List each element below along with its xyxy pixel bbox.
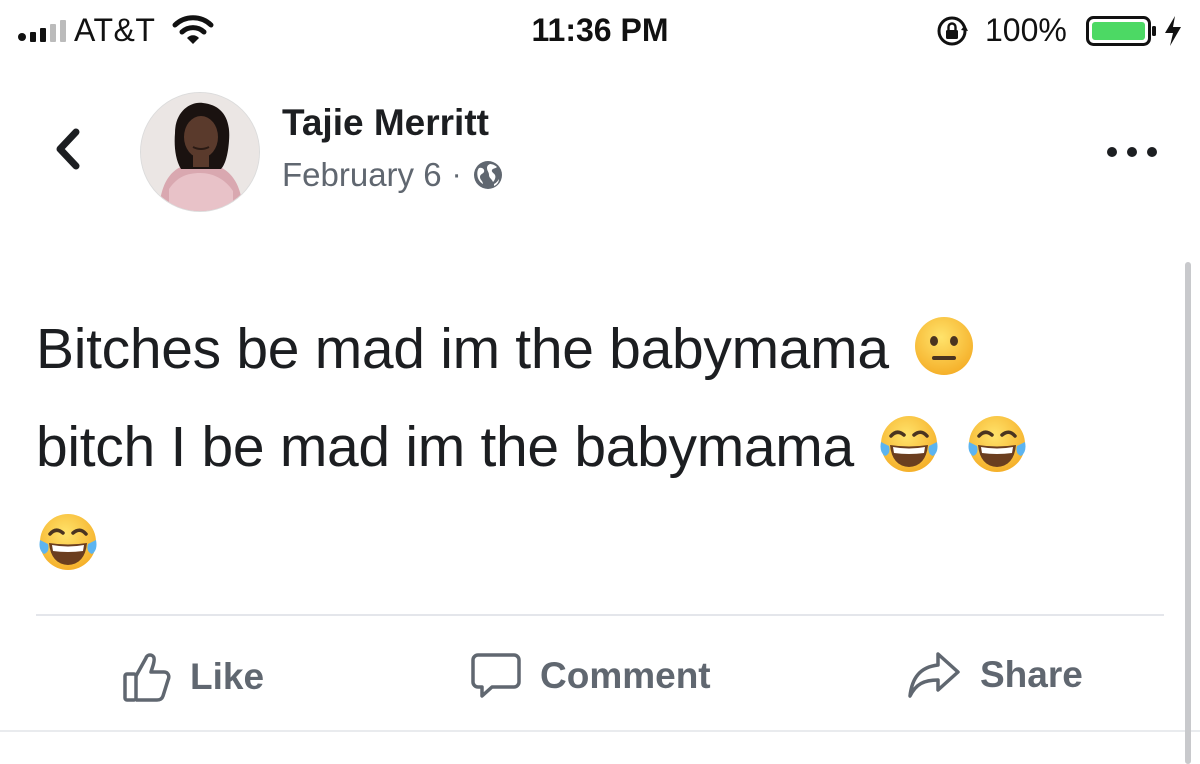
- post-line-text: Bitches be mad im the babymama: [36, 317, 889, 381]
- tears-of-joy-emoji-icon: [880, 416, 938, 472]
- orientation-lock-icon: [937, 16, 968, 46]
- more-options-button[interactable]: [1102, 138, 1162, 166]
- post-body: Bitches be mad im the babymama bitch I b…: [36, 300, 1156, 594]
- neutral-face-emoji-icon: [915, 317, 974, 375]
- post-actions-bar: Like Comment Share: [0, 640, 1200, 716]
- tears-of-joy-emoji-icon: [39, 514, 97, 570]
- comment-label: Comment: [540, 655, 711, 696]
- tears-of-joy-emoji-icon: [968, 416, 1026, 472]
- post-line-text: bitch I be mad im the babymama: [36, 415, 854, 479]
- status-bar: AT&T 11:36 PM 100%: [0, 0, 1200, 64]
- comment-button[interactable]: Comment: [470, 650, 711, 702]
- charging-bolt-icon: [1165, 16, 1181, 46]
- battery-icon: [1086, 16, 1156, 46]
- avatar-photo-icon: [141, 93, 259, 211]
- battery-percentage: 100%: [985, 12, 1067, 48]
- comment-bubble-icon: [471, 653, 521, 698]
- post-date[interactable]: February 6: [282, 156, 442, 194]
- globe-icon[interactable]: [472, 159, 504, 191]
- like-label: Like: [190, 656, 265, 697]
- share-label: Share: [980, 654, 1083, 695]
- share-arrow-icon: [908, 652, 960, 698]
- post-line-3: [36, 496, 1156, 594]
- author-name[interactable]: Tajie Merritt: [282, 102, 489, 144]
- post-divider: [36, 614, 1164, 616]
- post-line-2: bitch I be mad im the babymama: [36, 398, 1156, 496]
- meta-separator: ·: [451, 158, 462, 191]
- bottom-divider: [0, 730, 1200, 732]
- back-button[interactable]: [44, 120, 92, 178]
- share-button[interactable]: Share: [906, 650, 1083, 700]
- post-meta: February 6 ·: [282, 156, 504, 194]
- author-avatar[interactable]: [140, 92, 260, 212]
- like-button[interactable]: Like: [122, 650, 264, 704]
- facebook-post-screen: AT&T 11:36 PM 100% Tajie Merritt Februar…: [0, 0, 1200, 764]
- post-line-1: Bitches be mad im the babymama: [36, 300, 1156, 398]
- scrollbar[interactable]: [1185, 262, 1191, 764]
- thumbs-up-icon: [123, 653, 171, 702]
